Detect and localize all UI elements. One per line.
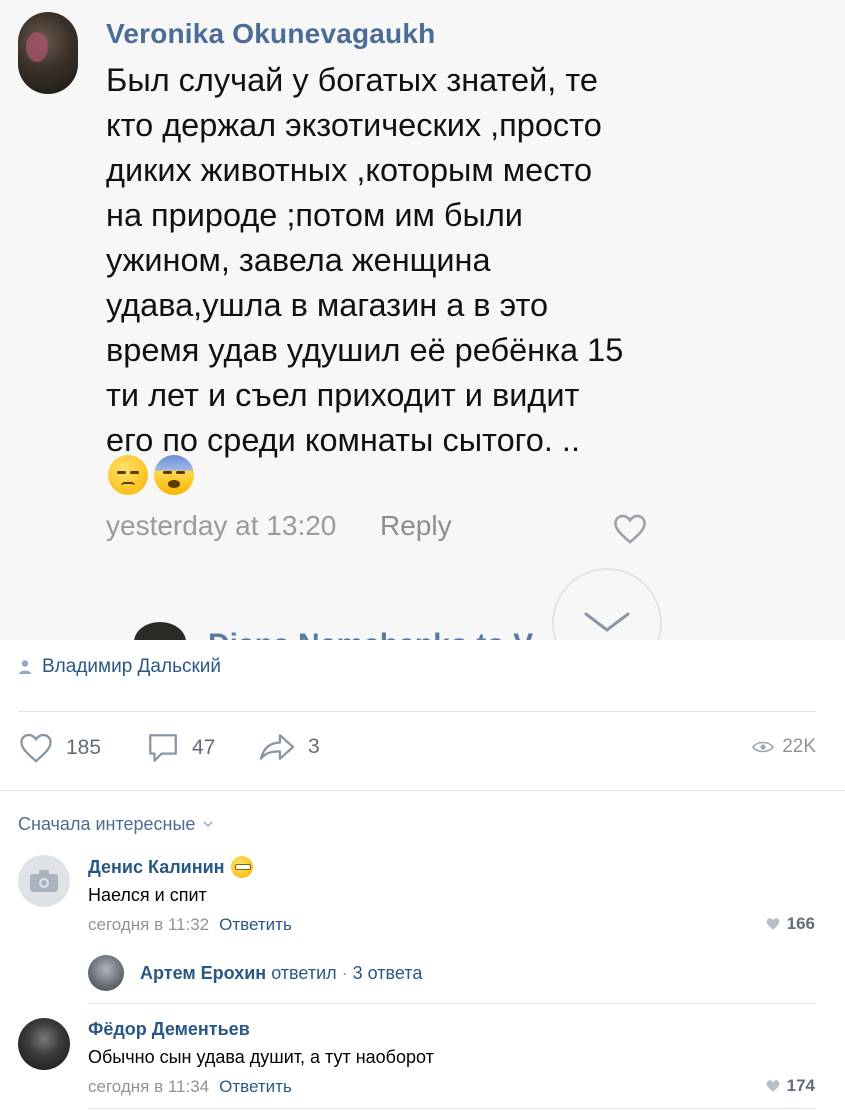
screenshot-cut-reply: Diana Nemchenko to V bbox=[130, 622, 550, 640]
screenshot-text-line: на природе ;потом им были bbox=[106, 197, 523, 233]
reply-button[interactable]: Ответить bbox=[219, 1077, 292, 1096]
comment-timestamp: сегодня в 11:32 bbox=[88, 915, 210, 934]
views-count: 22K bbox=[782, 736, 816, 757]
comment-like-button[interactable]: 166 bbox=[765, 914, 815, 934]
avatar[interactable] bbox=[88, 955, 124, 991]
screenshot-cut-text: Diana Nemchenko to V bbox=[208, 628, 533, 640]
screenshot-text-line: время удав удушил её ребёнка 15 bbox=[106, 332, 624, 368]
share-arrow-icon bbox=[259, 734, 295, 760]
avatar[interactable] bbox=[18, 1018, 70, 1070]
post-author-name[interactable]: Владимир Дальский bbox=[42, 656, 221, 678]
screenshot-text-line: удава,ушла в магазин а в это bbox=[106, 287, 549, 323]
comment-timestamp: сегодня в 11:34 bbox=[88, 1077, 210, 1096]
screenshot-text-line: диких животных ,которым место bbox=[106, 152, 593, 188]
screenshot-cut-avatar bbox=[134, 622, 186, 640]
sort-label: Сначала интересные bbox=[18, 814, 196, 834]
comment-text: Обычно сын удава душит, а тут наоборот bbox=[88, 1047, 434, 1067]
comment-text: Наелся и спит bbox=[88, 885, 207, 905]
chevron-down-icon bbox=[584, 612, 630, 632]
comment-meta: сегодня в 11:34 Ответить bbox=[88, 1077, 292, 1097]
share-button[interactable]: 3 bbox=[258, 732, 320, 762]
heart-icon bbox=[20, 733, 52, 763]
screenshot-text-line: кто держал экзотических ,просто bbox=[106, 107, 602, 143]
post-actions: 185 47 3 22K bbox=[18, 732, 816, 770]
post-author[interactable]: Владимир Дальский bbox=[18, 656, 221, 678]
heart-icon bbox=[766, 1080, 779, 1092]
avatar[interactable] bbox=[18, 855, 70, 907]
replies-thread-link[interactable]: Артем Ерохин ответил · 3 ответа bbox=[140, 963, 422, 984]
anxious-face-emoji-icon bbox=[154, 455, 194, 495]
camera-icon bbox=[30, 870, 58, 892]
comment-author[interactable]: Фёдор Дементьев bbox=[88, 1019, 250, 1040]
screenshot-scroll-down-button bbox=[552, 568, 662, 640]
comment-like-button[interactable]: 174 bbox=[765, 1076, 815, 1096]
screenshot-text-line: Был случай у богатых знатей, те bbox=[106, 62, 598, 98]
like-button[interactable]: 185 bbox=[18, 732, 101, 764]
screenshot-author-name: Veronika Okunevagaukh bbox=[106, 18, 436, 49]
comment-like-count: 166 bbox=[786, 914, 815, 933]
screenshot-author-avatar bbox=[18, 12, 78, 94]
comments-sort-dropdown[interactable]: Сначала интересные bbox=[18, 814, 213, 835]
share-count: 3 bbox=[308, 735, 320, 758]
divider bbox=[88, 1003, 816, 1004]
comment-author-name[interactable]: Денис Калинин bbox=[88, 857, 225, 878]
comment-meta: сегодня в 11:32 Ответить bbox=[88, 915, 292, 935]
grimacing-face-emoji-icon bbox=[230, 856, 253, 878]
comment-author-name[interactable]: Фёдор Дементьев bbox=[88, 1019, 250, 1040]
screenshot-heart-icon bbox=[614, 514, 646, 544]
user-icon bbox=[19, 660, 31, 674]
screenshot-reply-link: Reply bbox=[380, 510, 452, 541]
screenshot-comment-text: Был случай у богатых знатей, те кто держ… bbox=[106, 58, 666, 463]
reply-button[interactable]: Ответить bbox=[219, 915, 292, 934]
screenshot-emoji-row bbox=[108, 455, 194, 495]
reply-author-name[interactable]: Артем Ерохин bbox=[140, 963, 266, 983]
reply-verb: ответил bbox=[271, 963, 337, 983]
screenshot-text-line: ти лет и съел приходит и видит bbox=[106, 377, 580, 413]
views-counter: 22K bbox=[752, 736, 816, 758]
comment-author[interactable]: Денис Калинин bbox=[88, 856, 253, 878]
comment-icon bbox=[149, 734, 177, 762]
screenshot-timestamp: yesterday at 13:20 bbox=[106, 510, 337, 541]
chevron-down-icon bbox=[203, 821, 213, 828]
like-count: 185 bbox=[66, 736, 102, 759]
pensive-face-emoji-icon bbox=[108, 455, 148, 495]
divider bbox=[18, 711, 816, 712]
reply-count[interactable]: 3 ответа bbox=[353, 963, 423, 983]
heart-icon bbox=[766, 918, 779, 930]
eye-icon bbox=[752, 741, 775, 753]
embedded-screenshot: Veronika Okunevagaukh Был случай у богат… bbox=[0, 0, 845, 640]
screenshot-text-line: ужином, завела женщина bbox=[106, 242, 491, 278]
divider bbox=[88, 1108, 816, 1109]
comment-count: 47 bbox=[192, 736, 216, 759]
comment-button[interactable]: 47 bbox=[146, 732, 215, 764]
comment-like-count: 174 bbox=[786, 1076, 815, 1095]
divider bbox=[0, 790, 845, 791]
